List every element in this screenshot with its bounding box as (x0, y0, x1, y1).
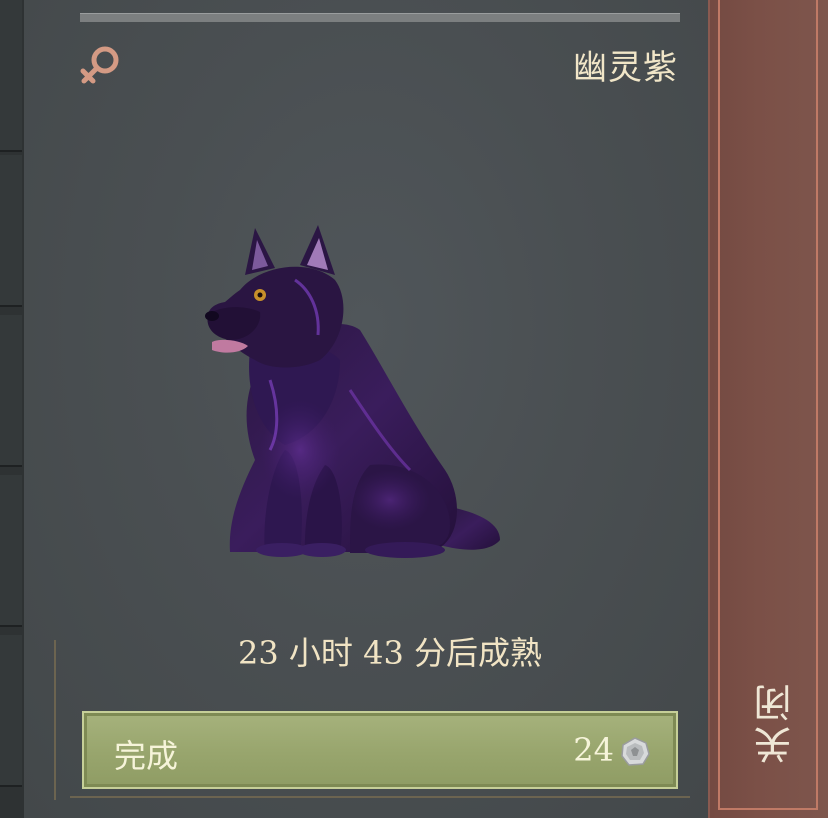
silver-coin-icon (621, 737, 650, 766)
pet-list-slot[interactable] (0, 635, 22, 787)
pet-list-slot[interactable] (0, 0, 22, 152)
close-button[interactable]: 关闭 (708, 0, 828, 818)
finish-button-label: 完成 (114, 737, 179, 775)
pet-list-strip (0, 0, 25, 818)
pet-variant-name: 幽灵紫 (573, 48, 678, 88)
female-symbol-icon (80, 46, 119, 84)
panel-frame-line (54, 640, 56, 800)
purple-ghost-dog-icon (205, 225, 500, 558)
pet-list-slot[interactable] (0, 155, 22, 307)
pet-list-slot[interactable] (0, 475, 22, 627)
finish-button[interactable]: 完成 24 (82, 711, 678, 789)
panel-top-bar (80, 13, 680, 22)
finish-cost-value: 24 (573, 731, 614, 769)
pet-detail-screen: 幽灵紫 23 小时 43 分后成熟 完成 24 关闭 (0, 0, 828, 818)
close-button-label: 关闭 (754, 680, 798, 764)
growth-timer-text: 23 小时 43 分后成熟 (238, 634, 542, 672)
panel-frame-line (70, 796, 690, 798)
pet-list-slot[interactable] (0, 315, 22, 467)
